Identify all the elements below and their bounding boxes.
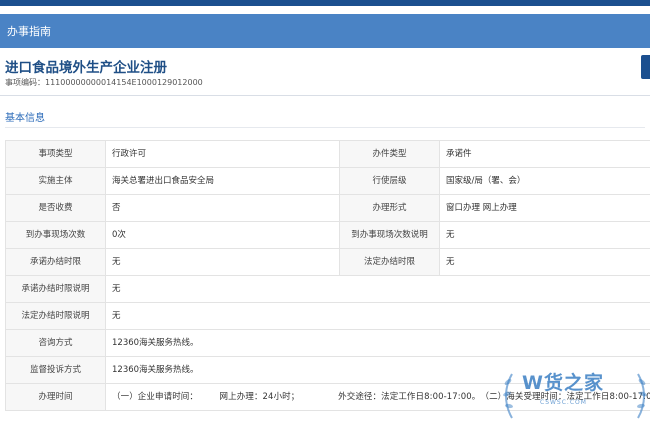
field-value: 无 — [105, 248, 340, 276]
field-label: 办理形式 — [339, 194, 440, 222]
field-value: 无 — [439, 221, 650, 249]
field-label: 办理时间 — [5, 383, 106, 411]
field-label: 监督投诉方式 — [5, 356, 106, 384]
item-code: 事项编码：11100000000014154E1000129012000 — [5, 77, 203, 88]
divider — [0, 95, 650, 96]
table-row: 实施主体 海关总署进出口食品安全局 行使层级 国家级/局（署、会） — [5, 167, 650, 195]
table-row: 是否收费 否 办理形式 窗口办理 网上办理 — [5, 194, 650, 222]
field-value: 国家级/局（署、会） — [439, 167, 650, 195]
field-label: 承诺办结时限 — [5, 248, 106, 276]
top-strip — [0, 0, 650, 6]
field-value: 否 — [105, 194, 340, 222]
field-label: 办件类型 — [339, 140, 440, 168]
item-code-value: 11100000000014154E1000129012000 — [45, 78, 203, 87]
table-row: 到办事现场次数 0次 到办事现场次数说明 无 — [5, 221, 650, 249]
field-value: 无 — [105, 275, 650, 303]
item-code-label: 事项编码： — [5, 78, 45, 87]
field-value: 无 — [105, 302, 650, 330]
field-value: 行政许可 — [105, 140, 340, 168]
field-label: 是否收费 — [5, 194, 106, 222]
field-value: 0次 — [105, 221, 340, 249]
page-title: 进口食品境外生产企业注册 — [5, 60, 167, 76]
field-value: 无 — [439, 248, 650, 276]
section-title: 基本信息 — [5, 113, 45, 124]
field-label: 法定办结时限说明 — [5, 302, 106, 330]
field-label: 行使层级 — [339, 167, 440, 195]
table-row: 法定办结时限说明 无 — [5, 302, 650, 330]
watermark-text: W货之家 — [522, 372, 604, 394]
table-row: 承诺办结时限说明 无 — [5, 275, 650, 303]
field-value: 窗口办理 网上办理 — [439, 194, 650, 222]
table-row: 事项类型 行政许可 办件类型 承诺件 — [5, 140, 650, 168]
section-divider — [5, 127, 645, 128]
field-label: 事项类型 — [5, 140, 106, 168]
field-value: 12360海关服务热线。 — [105, 329, 650, 357]
header-title: 办事指南 — [7, 25, 51, 38]
watermark-subtext: CSWSC.COM — [540, 399, 587, 406]
field-label: 咨询方式 — [5, 329, 106, 357]
field-value: 海关总署进出口食品安全局 — [105, 167, 340, 195]
table-row: 咨询方式 12360海关服务热线。 — [5, 329, 650, 357]
field-label: 到办事现场次数 — [5, 221, 106, 249]
field-label: 承诺办结时限说明 — [5, 275, 106, 303]
field-label: 法定办结时限 — [339, 248, 440, 276]
table-row: 承诺办结时限 无 法定办结时限 无 — [5, 248, 650, 276]
side-action-button[interactable] — [641, 55, 650, 79]
field-label: 到办事现场次数说明 — [339, 221, 440, 249]
field-label: 实施主体 — [5, 167, 106, 195]
header-bar: 办事指南 — [0, 14, 650, 48]
field-value: 承诺件 — [439, 140, 650, 168]
